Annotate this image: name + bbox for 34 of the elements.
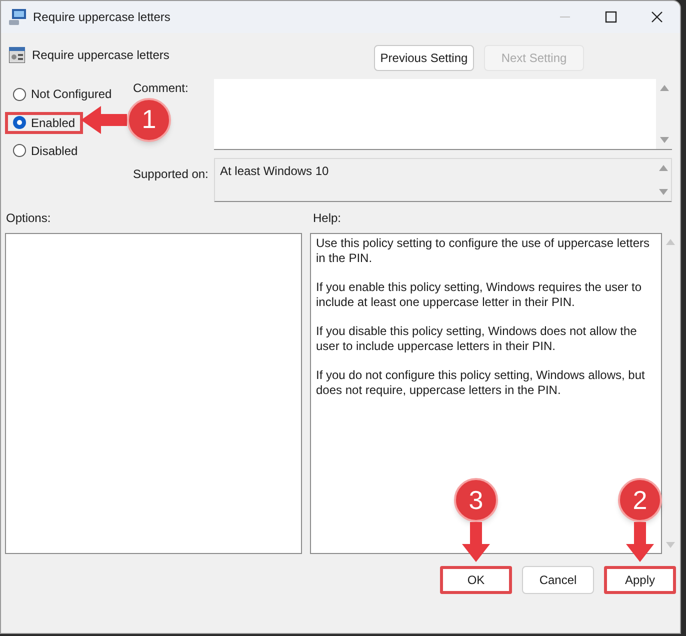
policy-title: Require uppercase letters xyxy=(32,47,170,64)
help-text: If you enable this policy setting, Windows requires the user to include at least one uppercase letter in their PIN. xyxy=(316,280,642,310)
computer-icon xyxy=(9,9,27,25)
help-text: If you do not configure this policy setting, Windows allows, but does not require, uppercase letters in the PIN. xyxy=(316,368,646,398)
nav-button[interactable]: Previous Setting xyxy=(374,45,474,71)
comment-field[interactable] xyxy=(214,79,672,150)
radio-button[interactable] xyxy=(13,116,26,129)
options-label: Options: xyxy=(6,210,52,227)
help-text: If you disable this policy setting, Windows does not allow the user to include uppercase letters in their PIN. xyxy=(316,324,638,354)
arrow xyxy=(462,522,490,562)
help-label: Help: xyxy=(313,210,342,227)
radio-option[interactable]: Disabled xyxy=(5,140,86,162)
radio-option[interactable]: Not Configured xyxy=(5,83,120,105)
arrow xyxy=(626,522,654,562)
scroll-up-icon[interactable] xyxy=(658,165,668,171)
dialog-button[interactable]: Apply xyxy=(604,566,676,594)
scroll-down-icon[interactable] xyxy=(660,137,668,143)
radio-button[interactable] xyxy=(13,88,26,100)
radio-option[interactable]: Enabled xyxy=(5,112,84,134)
policy-icon xyxy=(9,47,25,63)
step-badge: 1 xyxy=(127,98,171,142)
window-title: Require uppercase letters xyxy=(33,9,170,26)
scroll-up-icon[interactable] xyxy=(666,239,674,245)
scroll-up-icon[interactable] xyxy=(660,85,668,91)
supported-on-label: Supported on: xyxy=(133,166,210,183)
dialog-button[interactable]: Cancel xyxy=(522,566,594,594)
supported-on-field: At least Windows 10 xyxy=(214,158,672,202)
dialog-button[interactable]: OK xyxy=(440,566,512,594)
scroll-down-icon[interactable] xyxy=(658,189,668,195)
radio-button[interactable] xyxy=(13,144,26,157)
arrow xyxy=(81,106,127,134)
comment-label: Comment: xyxy=(133,80,190,97)
scroll-down-icon[interactable] xyxy=(666,542,674,548)
help-text: Use this policy setting to configure the use of uppercase letters in the PIN. xyxy=(316,236,651,266)
